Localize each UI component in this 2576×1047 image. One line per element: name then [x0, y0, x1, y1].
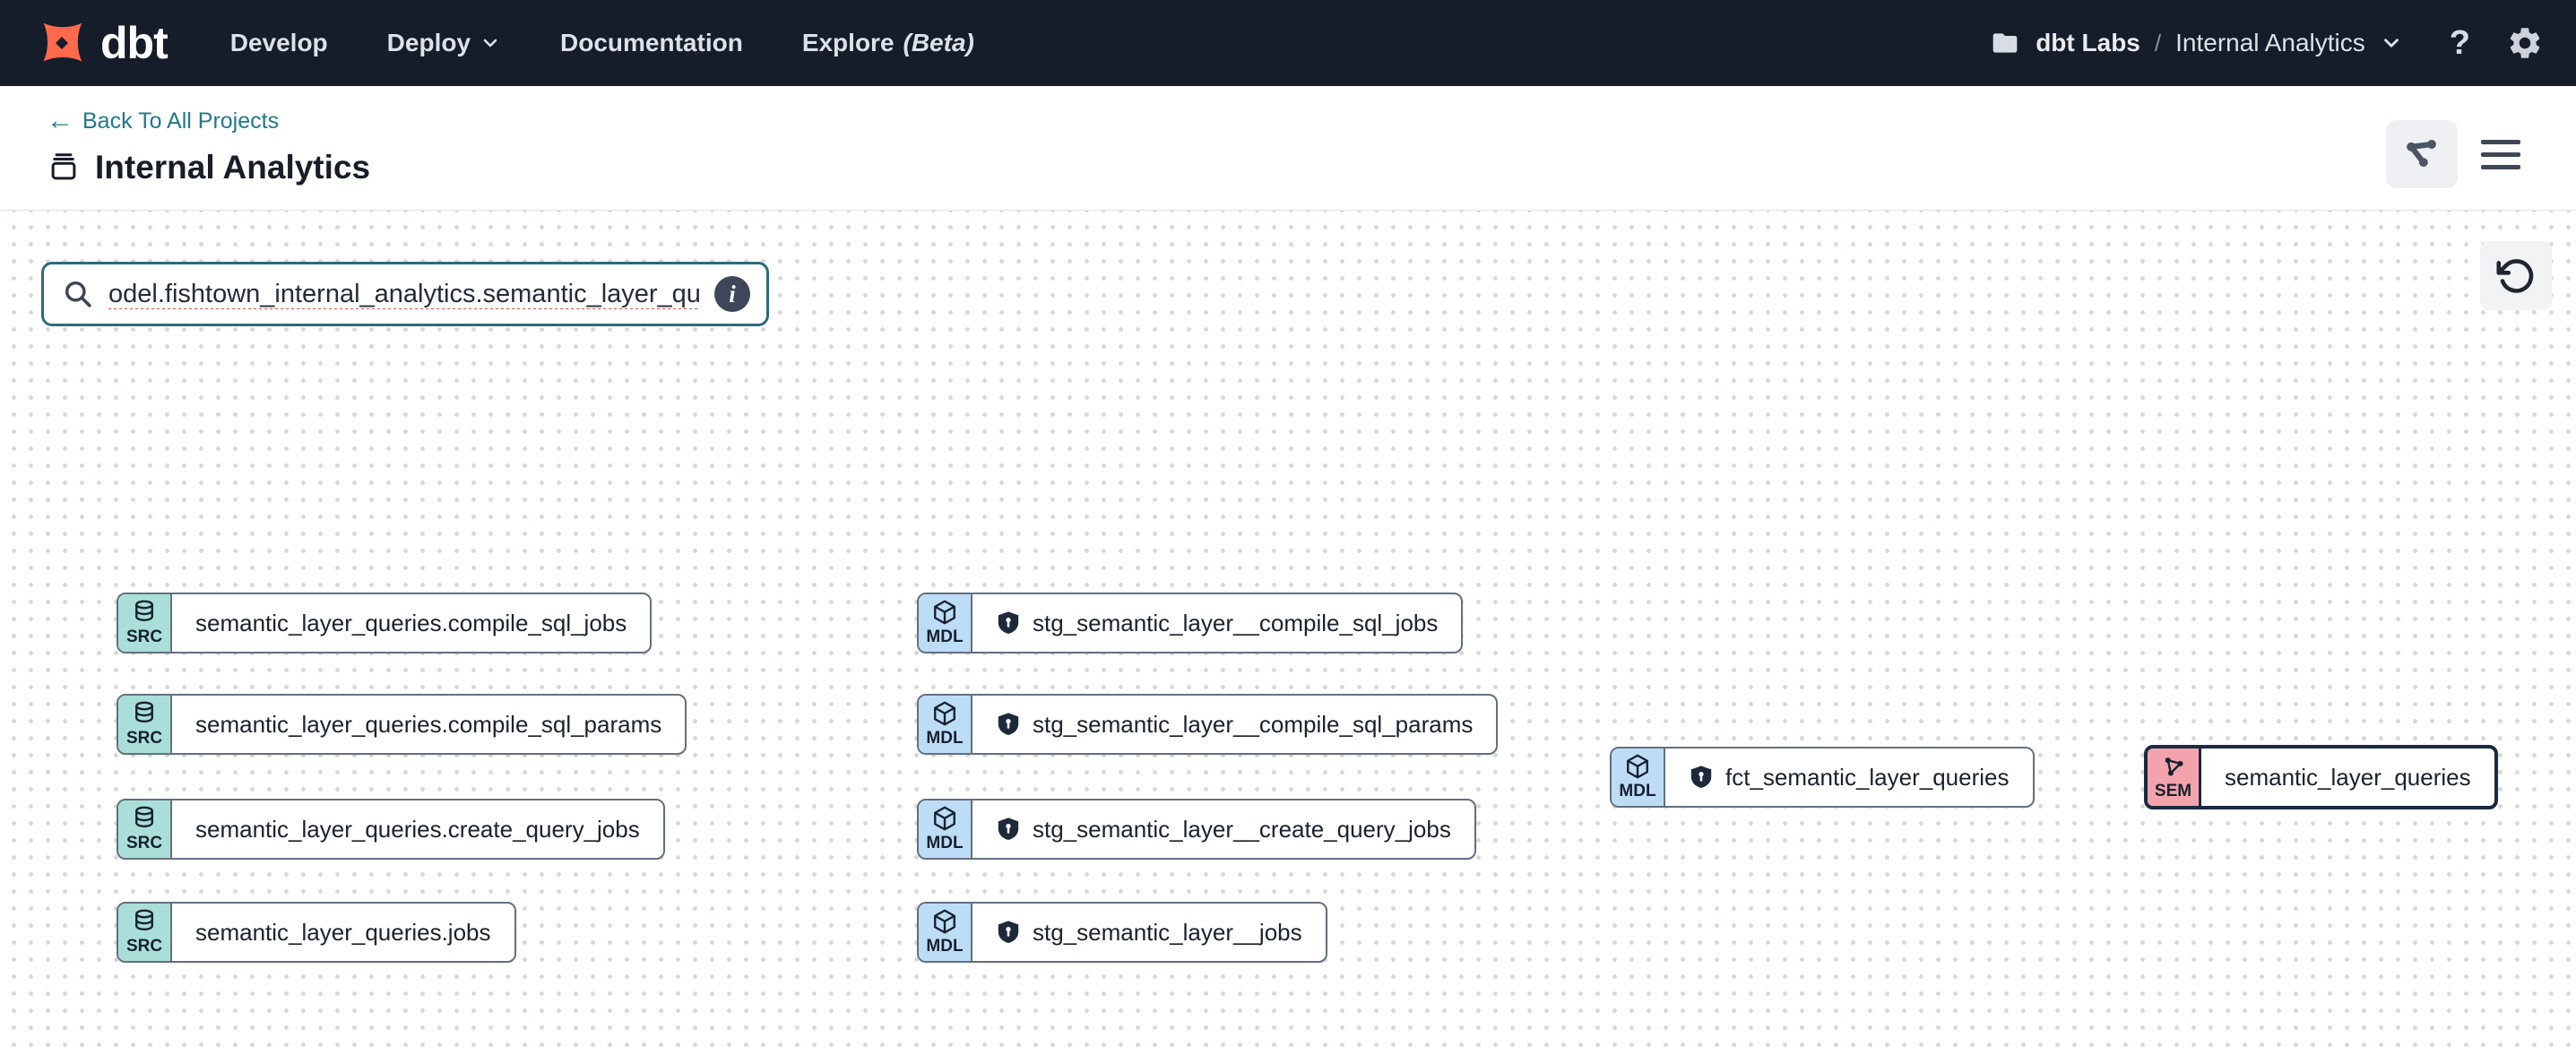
node-label: fct_semantic_layer_queries: [1665, 748, 2033, 806]
graph-node-stg_compile_sql_jobs[interactable]: MDL stg_semantic_layer__compile_sql_jobs: [917, 593, 1463, 653]
brand-wordmark: dbt: [100, 17, 168, 69]
node-type-label: SRC: [126, 834, 162, 853]
menu-hamburger-icon[interactable]: [2481, 136, 2520, 173]
node-label: stg_semantic_layer__compile_sql_params: [972, 696, 1496, 753]
graph-node-fct_semantic_layer_queries[interactable]: MDL fct_semantic_layer_queries: [1610, 747, 2035, 808]
search-input[interactable]: odel.fishtown_internal_analytics.semanti…: [41, 262, 769, 326]
cube-icon: [1624, 753, 1651, 780]
node-type-label: MDL: [926, 729, 963, 748]
cube-icon: [931, 700, 958, 727]
reset-view-button[interactable]: [2480, 241, 2552, 310]
search-value: odel.fishtown_internal_analytics.semanti…: [108, 280, 700, 309]
info-icon[interactable]: i: [714, 276, 750, 312]
nav-item-explore[interactable]: Explore (Beta): [802, 29, 974, 57]
node-type-chip: MDL: [1612, 748, 1665, 806]
beta-tag: (Beta): [903, 29, 974, 57]
node-type-label: SRC: [126, 729, 162, 748]
nav-right: dbt Labs / Internal Analytics ?: [1989, 24, 2544, 63]
semantic-model-icon: [2160, 753, 2187, 780]
node-type-label: MDL: [926, 627, 963, 647]
folder-icon: [1989, 29, 2021, 57]
node-label: stg_semantic_layer__create_query_jobs: [972, 800, 1474, 858]
node-type-chip: MDL: [919, 594, 972, 652]
breadcrumb-separator: /: [2155, 30, 2161, 57]
org-name: dbt Labs: [2036, 29, 2140, 57]
nav-menu: Develop Deploy Documentation Explore (Be…: [230, 29, 974, 57]
node-type-label: MDL: [1619, 782, 1655, 801]
node-type-label: SRC: [126, 627, 162, 647]
node-type-chip: SEM: [2148, 748, 2201, 806]
chevron-down-icon: [480, 32, 501, 54]
dbt-logo-icon: [32, 13, 91, 73]
node-type-chip: SRC: [118, 904, 172, 961]
node-type-chip: MDL: [919, 696, 972, 753]
account-project-switcher[interactable]: dbt Labs / Internal Analytics: [1989, 29, 2403, 57]
cube-icon: [931, 599, 958, 626]
project-icon: [47, 151, 81, 185]
cube-icon: [931, 805, 958, 832]
top-nav: dbt Develop Deploy Documentation Explore…: [0, 0, 2576, 86]
node-label: semantic_layer_queries.compile_sql_param…: [172, 696, 685, 753]
lineage-view-button[interactable]: [2386, 120, 2458, 188]
graph-node-stg_compile_sql_params[interactable]: MDL stg_semantic_layer__compile_sql_param…: [917, 694, 1498, 755]
rotate-ccw-icon: [2496, 256, 2536, 296]
graph-node-src_jobs[interactable]: SRC semantic_layer_queries.jobs: [117, 902, 516, 963]
nav-item-deploy[interactable]: Deploy: [387, 29, 501, 57]
shield-icon: [996, 610, 1021, 636]
page-title: Internal Analytics: [95, 149, 370, 186]
shield-icon: [1689, 765, 1714, 790]
node-type-chip: SRC: [118, 800, 172, 858]
shield-icon: [996, 712, 1021, 737]
node-label: semantic_layer_queries: [2201, 748, 2494, 806]
node-type-chip: SRC: [118, 594, 172, 652]
chevron-down-icon: [2380, 31, 2403, 55]
search-icon: [62, 278, 94, 310]
help-icon[interactable]: ?: [2450, 24, 2470, 63]
page-header: ← Back To All Projects Internal Analytic…: [0, 86, 2576, 211]
database-icon: [131, 700, 158, 727]
node-type-chip: MDL: [919, 904, 972, 961]
node-type-chip: SRC: [118, 696, 172, 753]
node-label: semantic_layer_queries.jobs: [172, 904, 514, 961]
graph-node-src_compile_sql_params[interactable]: SRC semantic_layer_queries.compile_sql_pa…: [117, 694, 687, 755]
node-label: semantic_layer_queries.compile_sql_jobs: [172, 594, 650, 652]
graph-node-stg_jobs[interactable]: MDL stg_semantic_layer__jobs: [917, 902, 1327, 963]
node-type-label: MDL: [926, 937, 963, 956]
graph-node-src_create_query_jobs[interactable]: SRC semantic_layer_queries.create_query_j…: [117, 799, 665, 860]
lineage-graph-icon: [2402, 134, 2442, 174]
database-icon: [131, 908, 158, 935]
node-label: stg_semantic_layer__jobs: [972, 904, 1326, 961]
node-label: stg_semantic_layer__compile_sql_jobs: [972, 594, 1461, 652]
node-type-label: MDL: [926, 834, 963, 853]
project-name: Internal Analytics: [2175, 29, 2365, 57]
back-to-projects-link[interactable]: ← Back To All Projects: [47, 106, 279, 136]
shield-icon: [996, 920, 1021, 945]
node-type-chip: MDL: [919, 800, 972, 858]
gear-icon[interactable]: [2506, 24, 2544, 62]
dbt-logo[interactable]: dbt: [32, 13, 168, 73]
node-type-label: SEM: [2155, 782, 2191, 801]
node-label: semantic_layer_queries.create_query_jobs: [172, 800, 663, 858]
database-icon: [131, 599, 158, 626]
back-arrow-icon: ←: [47, 106, 73, 136]
cube-icon: [931, 908, 958, 935]
graph-node-stg_create_query_jobs[interactable]: MDL stg_semantic_layer__create_query_jobs: [917, 799, 1476, 860]
graph-node-src_compile_sql_jobs[interactable]: SRC semantic_layer_queries.compile_sql_jo…: [117, 593, 652, 653]
lineage-canvas[interactable]: odel.fishtown_internal_analytics.semanti…: [0, 211, 2576, 1047]
nav-item-develop[interactable]: Develop: [230, 29, 328, 57]
nav-item-documentation[interactable]: Documentation: [560, 29, 743, 57]
node-type-label: SRC: [126, 937, 162, 956]
shield-icon: [996, 817, 1021, 842]
database-icon: [131, 805, 158, 832]
graph-node-semantic_layer_queries[interactable]: SEM semantic_layer_queries: [2144, 745, 2498, 809]
